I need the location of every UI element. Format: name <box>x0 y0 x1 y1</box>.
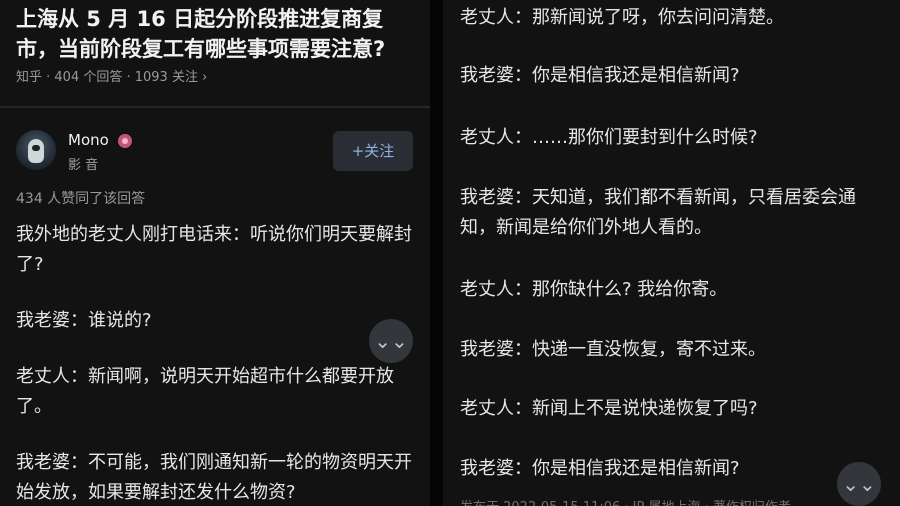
answer-paragraph: 老丈人：……那你们要封到什么时候? <box>460 127 758 148</box>
answer-paragraph: 我老婆：你是相信我还是相信新闻? <box>460 458 740 479</box>
question-title[interactable]: 上海从 5 月 16 日起分阶段推进复商复市，当前阶段复工有哪些事项需要注意? <box>16 4 416 64</box>
answer-paragraph: 我老婆：谁说的? <box>16 310 152 331</box>
chevron-down-icon[interactable]: ⌄⌄ <box>837 462 881 506</box>
answer-paragraph: 我老婆：天知道，我们都不看新闻，只看居委会通知，新闻是给你们外地人看的。 <box>460 187 856 238</box>
chevron-down-icon[interactable]: ⌄⌄ <box>369 319 413 363</box>
answer-paragraph: 老丈人：新闻上不是说快递恢复了吗? <box>460 398 758 419</box>
avatar-eye <box>32 145 40 151</box>
author-name[interactable]: Mono <box>68 131 109 149</box>
answer-paragraph: 我外地的老丈人刚打电话来：听说你们明天要解封了? <box>16 224 412 275</box>
answer-paragraph: 我老婆：快递一直没恢复，寄不过来。 <box>460 339 766 360</box>
divider <box>0 106 430 108</box>
answer-paragraph: 老丈人：新闻啊，说明天开始超市什么都要开放了。 <box>16 366 394 417</box>
question-meta[interactable]: 知乎 · 404 个回答 · 1093 关注 › <box>16 66 207 85</box>
avatar-face <box>28 139 44 163</box>
answer-paragraph: 我老婆：不可能，我们刚通知新一轮的物资明天开始发放，如果要解封还发什么物资? <box>16 452 412 503</box>
answer-paragraph: 老丈人：那新闻说了呀，你去问问清楚。 <box>460 7 784 28</box>
avatar[interactable] <box>16 130 56 170</box>
verified-badge-icon <box>118 134 132 148</box>
answer-panel-right: 老丈人：那新闻说了呀，你去问问清楚。 我老婆：你是相信我还是相信新闻? 老丈人：… <box>443 0 900 506</box>
publish-info: 发布于 2022-05-15 11:06 · IP 属地上海 · 著作权归作者 <box>460 496 791 506</box>
answer-paragraph: 老丈人：那你缺什么? 我给你寄。 <box>460 279 728 300</box>
panel-divider <box>430 0 443 506</box>
answer-paragraph: 我老婆：你是相信我还是相信新闻? <box>460 65 740 86</box>
answer-panel-left: 上海从 5 月 16 日起分阶段推进复商复市，当前阶段复工有哪些事项需要注意? … <box>0 0 430 506</box>
like-count: 434 人赞同了该回答 <box>16 191 146 207</box>
author-subtitle: 影 音 <box>68 158 99 173</box>
follow-button[interactable]: +关注 <box>333 131 413 171</box>
